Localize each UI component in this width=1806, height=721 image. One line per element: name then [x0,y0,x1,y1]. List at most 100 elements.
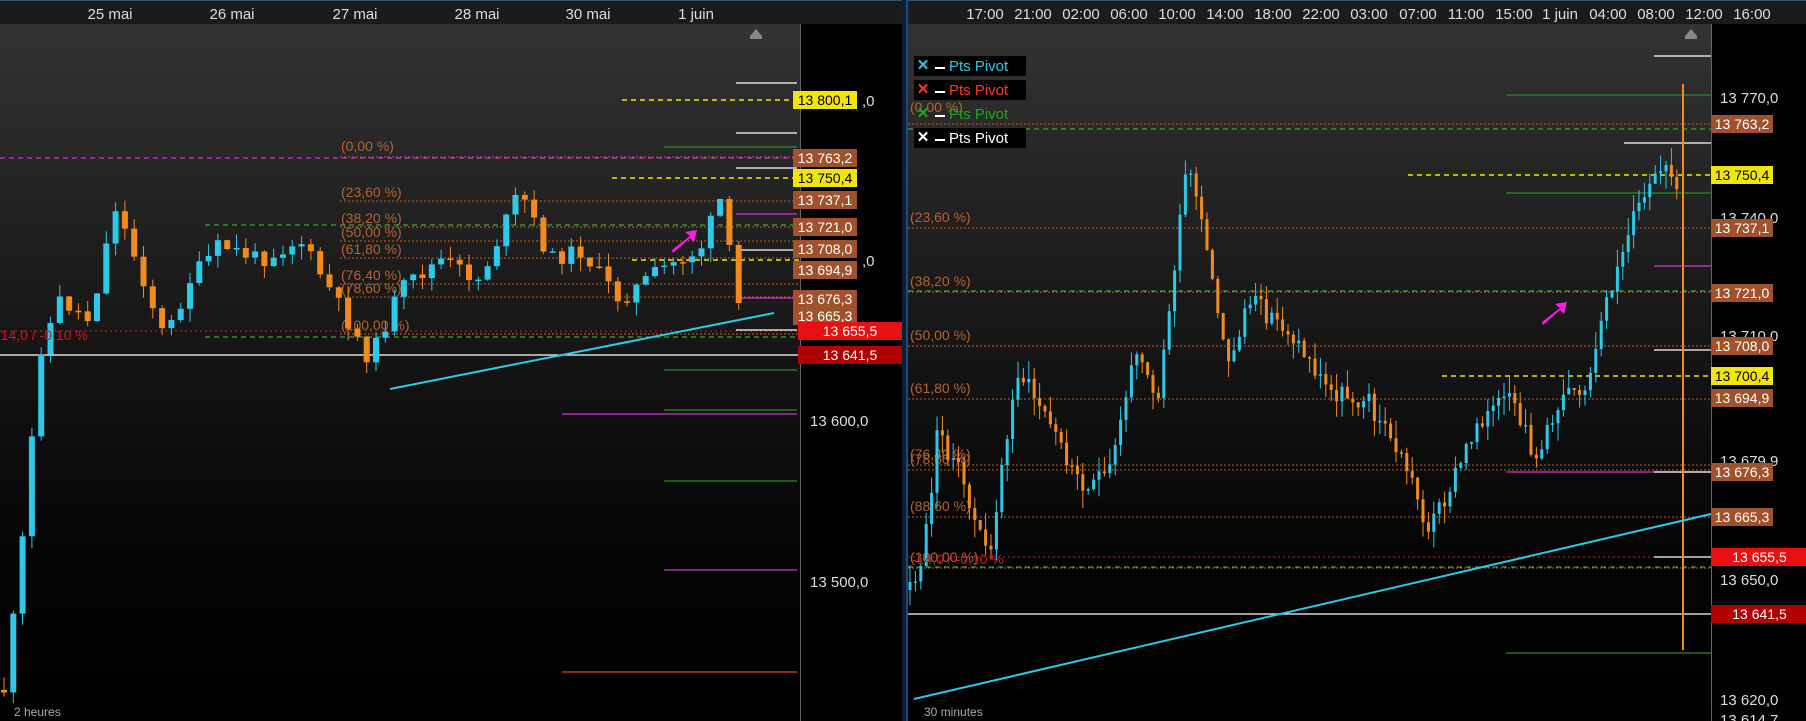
candle [1351,398,1355,403]
price-axis-tick: 13 614,7 [1720,712,1778,721]
candle [1513,393,1517,404]
price-tag-label: 13 750,4 [798,170,853,186]
candle [1129,365,1133,398]
time-label: 28 mai [454,6,499,23]
candle [1048,411,1052,425]
legend-label: Pts Pivot [949,105,1009,123]
candle [84,311,91,322]
legend-item[interactable]: ✕ Pts Pivot [914,80,1026,100]
candle [252,251,259,258]
candle [28,436,35,537]
time-label: 30 mai [565,6,610,23]
close-icon[interactable]: ✕ [914,105,932,123]
legend-item[interactable]: ✕ Pts Pivot [914,128,1026,148]
candle [131,228,138,257]
candle [140,256,147,287]
candle [531,199,538,218]
fib-level-label: (50,00 %) [341,224,402,240]
candle [1270,312,1274,324]
candle [1,690,7,693]
candle [1507,393,1511,397]
minimize-icon[interactable] [935,129,945,141]
candle [1205,219,1209,251]
candle [1545,424,1549,450]
time-label: 1 juin [1542,6,1578,23]
time-label: 07:00 [1399,6,1437,23]
candle [1594,348,1598,373]
candle [1426,522,1430,532]
price-tag-label: 13 665,3 [798,308,853,324]
candle [94,293,100,322]
close-icon[interactable]: ✕ [914,129,932,147]
minimize-icon[interactable] [935,105,945,117]
change-label: -14,0 / -0,10 % [912,551,1004,567]
candle [1156,392,1160,399]
candle [270,257,277,267]
candle [1308,357,1312,359]
right-chart-panel[interactable]: 17:00 21:00 02:00 06:00 10:00 14:00 18:00 22:00… [906,0,1806,721]
candle [605,266,612,282]
price-axis-tick: 13 500,0 [810,574,868,591]
time-label: 25 mai [87,6,132,23]
candle [1200,196,1204,220]
time-label: 15:00 [1495,6,1533,23]
candle [679,262,686,264]
candle [1518,403,1522,426]
candle [1140,354,1144,363]
candle [1410,471,1414,478]
candle [1632,211,1636,236]
minimize-icon[interactable] [935,81,945,93]
candle [1626,235,1630,253]
candle [1432,513,1436,532]
candle [1167,311,1171,350]
candle [1405,453,1409,472]
price-tag-label: 13 694,9 [1715,390,1770,406]
price-tag-label: 13 676,3 [798,291,853,307]
candle [1416,477,1420,500]
price-tag-label: 13 641,5 [1732,606,1787,622]
legend-item[interactable]: ✕ Pts Pivot [914,56,1026,76]
candle [1021,377,1025,383]
candle [586,257,593,267]
time-label: 04:00 [1589,6,1627,23]
candle [1583,390,1587,395]
candle [475,279,482,282]
close-icon[interactable]: ✕ [914,57,932,75]
candle [1572,387,1576,390]
time-label: 14:00 [1206,6,1244,23]
candle [951,458,955,460]
close-icon[interactable]: ✕ [914,81,932,99]
candle [1534,454,1538,459]
candle [1135,354,1139,366]
left-chart-panel[interactable]: 25 mai 26 mai 27 mai 28 mai 30 mai 1 juin (0,0… [0,0,904,721]
candle [549,251,556,253]
fib-level-label: (23,60 %) [341,184,402,200]
candle [1335,390,1339,402]
scroll-icon [750,29,762,36]
fib-level-label: (38,20 %) [910,273,971,289]
candle [940,430,944,436]
price-axis-tick: 13 600,0 [810,413,868,430]
candle [1475,423,1479,443]
candle [717,198,724,216]
price-tag-label: 13 763,2 [1715,116,1770,132]
legend-item[interactable]: ✕ Pts Pivot [914,104,1026,124]
candle [1146,362,1150,376]
price-axis-tick: 13 770,0 [1720,90,1778,107]
candle [205,255,212,262]
time-label: 18:00 [1254,6,1292,23]
price-tag-label: 13 655,5 [1732,549,1787,565]
candle [112,211,119,244]
candle [1221,313,1225,340]
candle [103,243,110,294]
arrow-icon [1542,302,1567,325]
timeframe-label: 30 minutes [924,705,983,719]
candle [652,267,658,277]
minimize-icon[interactable] [935,57,945,69]
candle [1043,406,1047,412]
candle [1254,295,1258,305]
candle [335,287,342,298]
price-tag-label: 13 700,4 [1715,368,1770,384]
fib-level-label: (50,00 %) [910,327,971,343]
candle [1362,401,1366,408]
